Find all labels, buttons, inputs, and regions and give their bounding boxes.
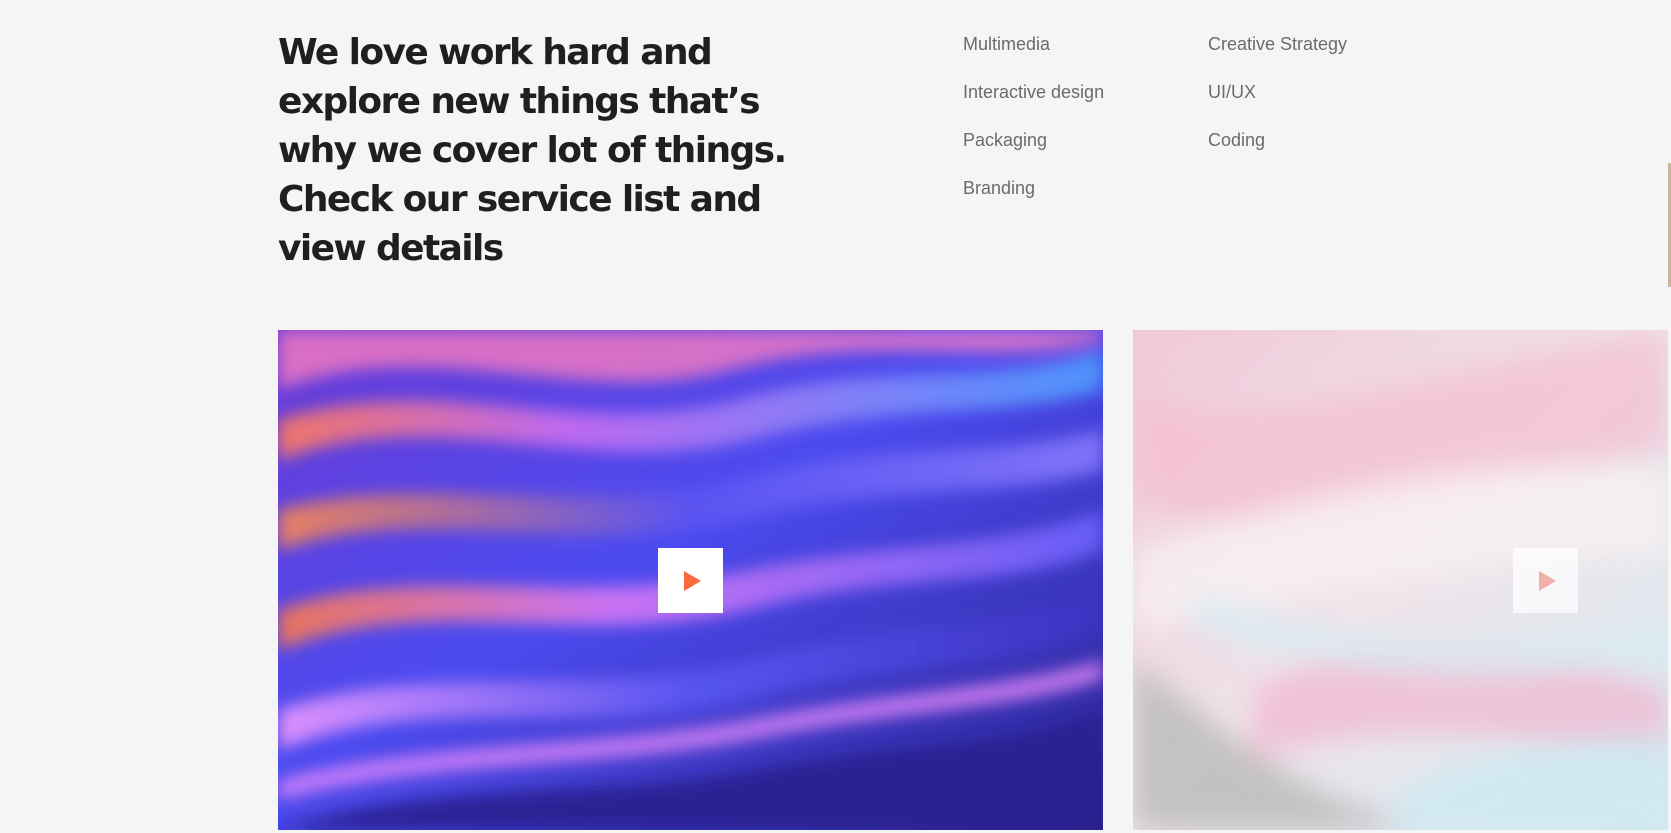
service-item-multimedia[interactable]: Multimedia xyxy=(963,30,1208,78)
pastel-wave-image xyxy=(1133,330,1668,830)
play-icon xyxy=(684,570,701,591)
play-icon xyxy=(1539,570,1556,591)
service-item-creative-strategy[interactable]: Creative Strategy xyxy=(1208,30,1383,78)
service-item-coding[interactable]: Coding xyxy=(1208,126,1383,174)
play-button[interactable] xyxy=(1513,548,1578,613)
intro-heading: We love work hard and explore new things… xyxy=(278,32,787,269)
video-card-pastel[interactable] xyxy=(1133,330,1668,830)
service-list: Multimedia Creative Strategy Interactive… xyxy=(963,30,1383,222)
service-item-interactive-design[interactable]: Interactive design xyxy=(963,78,1208,126)
video-card-waves[interactable] xyxy=(278,330,1103,830)
service-item-packaging[interactable]: Packaging xyxy=(963,126,1208,174)
play-button[interactable] xyxy=(658,548,723,613)
service-item-branding[interactable]: Branding xyxy=(963,174,1208,222)
service-item-ui-ux[interactable]: UI/UX xyxy=(1208,78,1383,126)
